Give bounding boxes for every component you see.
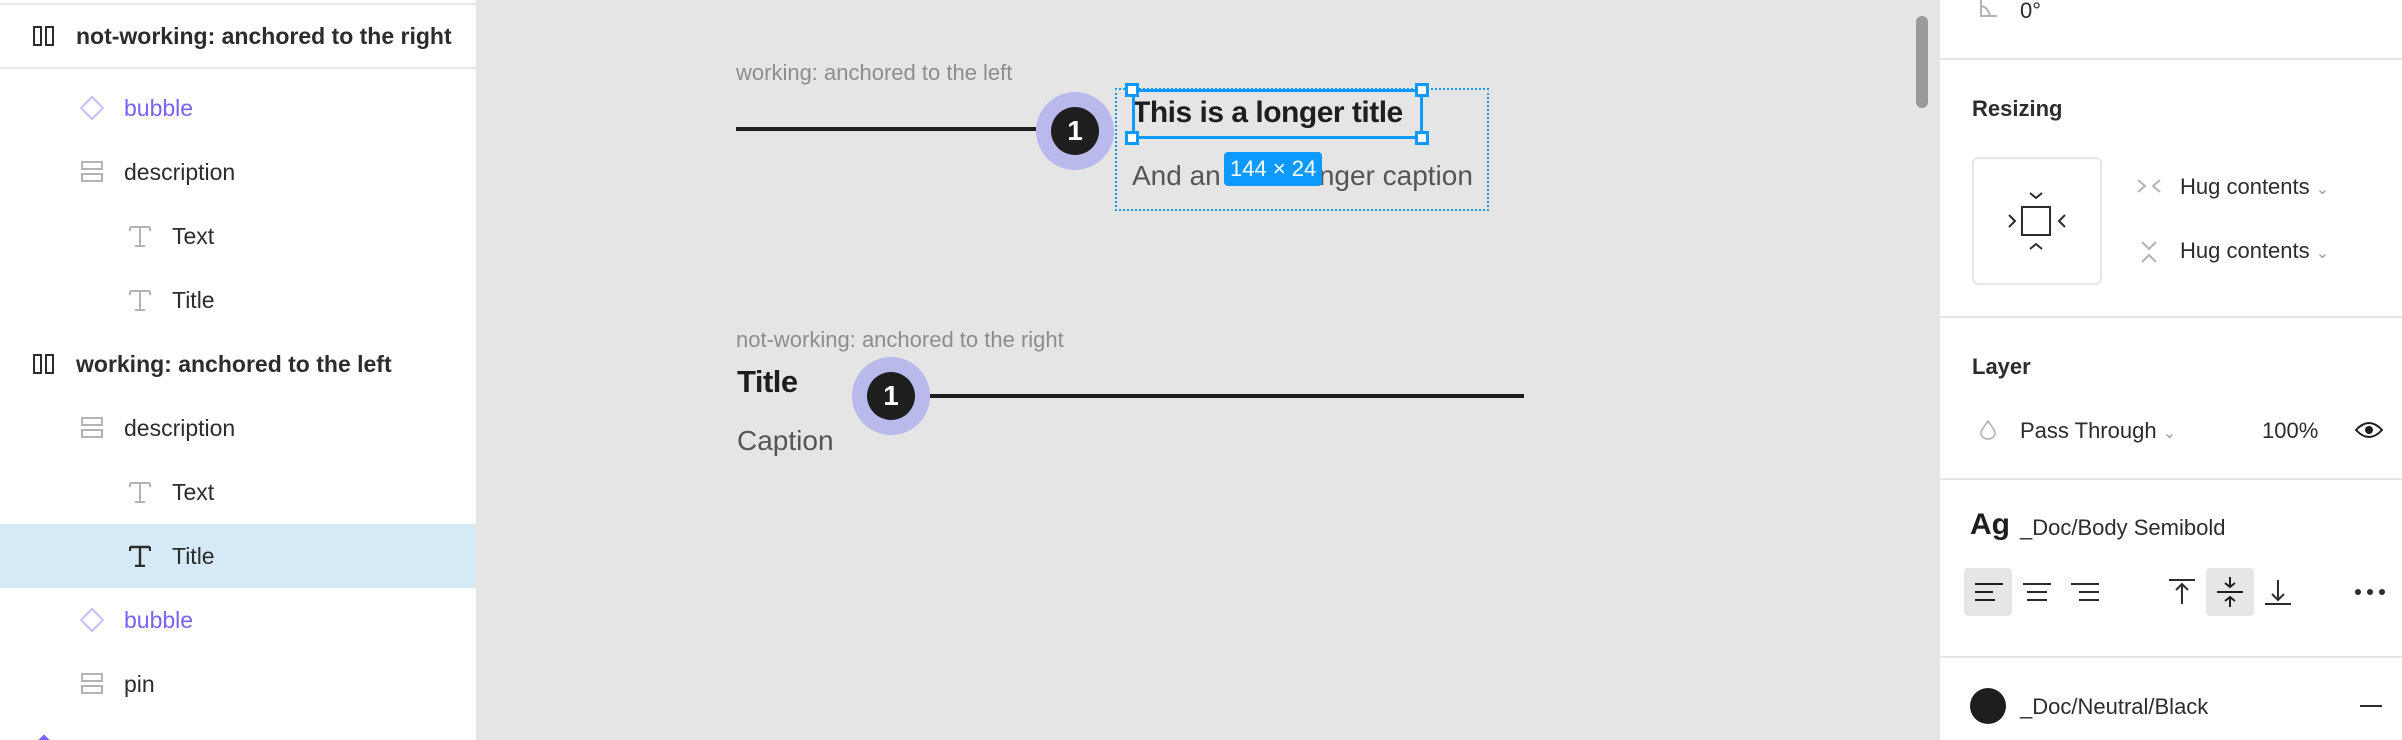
layer-label: bubble xyxy=(124,94,194,121)
divider xyxy=(1940,478,2402,480)
layer-label: Text xyxy=(172,222,215,249)
layer-title: Layer xyxy=(1972,354,2031,379)
component-instance-icon xyxy=(80,608,104,632)
layer-row-pin[interactable]: pin xyxy=(0,652,476,716)
align-left-button[interactable] xyxy=(1964,568,2012,616)
layer-label: pin xyxy=(124,670,155,697)
height-mode-dropdown[interactable]: Hug contents ⌄ xyxy=(2180,238,2329,264)
auto-layout-horizontal-icon xyxy=(32,352,56,376)
layer-label: not-working: anchored to the right xyxy=(76,22,452,49)
hug-vertical-icon xyxy=(2140,240,2158,269)
layers-panel: not-working: anchored to the right bubbl… xyxy=(0,0,476,740)
component-icon-partial xyxy=(38,734,50,740)
properties-panel: 0° Resizing Hug contents ⌄ Hug contents … xyxy=(1940,0,2402,740)
layer-label: working: anchored to the left xyxy=(76,350,392,377)
design-canvas[interactable]: working: anchored to the left 1 This is … xyxy=(476,0,1940,740)
size-badge: 144 × 24 xyxy=(1224,152,1323,186)
layer-row-not-working-frame[interactable]: not-working: anchored to the right xyxy=(0,3,476,69)
blend-mode-value: Pass Through xyxy=(2020,418,2157,443)
blend-mode-dropdown[interactable]: Pass Through ⌄ xyxy=(2020,418,2176,444)
text-icon xyxy=(128,544,152,568)
divider xyxy=(1940,316,2402,318)
chevron-down-icon: ⌄ xyxy=(2315,245,2330,262)
text-icon xyxy=(128,288,152,312)
layer-row-text[interactable]: Text xyxy=(0,204,476,268)
chevron-down-icon: ⌄ xyxy=(2162,425,2177,442)
layer-row-bubble[interactable]: bubble xyxy=(0,588,476,652)
hug-horizontal-icon xyxy=(2136,178,2162,199)
layer-row-description[interactable]: description xyxy=(0,396,476,460)
rotation-icon xyxy=(1980,0,1998,23)
layer-row-title[interactable]: Title xyxy=(0,268,476,332)
bubble[interactable]: 1 xyxy=(852,357,930,435)
layer-label: description xyxy=(124,414,236,441)
align-top-button[interactable] xyxy=(2158,568,2206,616)
eye-icon[interactable] xyxy=(2354,420,2384,445)
title-text[interactable]: Title xyxy=(737,364,798,400)
layer-label: Title xyxy=(172,542,215,569)
align-bottom-button[interactable] xyxy=(2254,568,2302,616)
fill-color-swatch[interactable] xyxy=(1970,688,2006,724)
align-right-button[interactable] xyxy=(2060,568,2108,616)
blend-mode-icon xyxy=(1980,419,1996,445)
auto-layout-vertical-icon xyxy=(80,672,104,696)
canvas-scrollbar[interactable] xyxy=(1916,16,1928,108)
layer-label: bubble xyxy=(124,606,194,633)
height-mode-value: Hug contents xyxy=(2180,238,2310,263)
layer-label: Text xyxy=(172,478,215,505)
layer-label: Title xyxy=(172,286,215,313)
text-style-name[interactable]: _Doc/Body Semibold xyxy=(2020,515,2225,541)
frame-label-not-working[interactable]: not-working: anchored to the right xyxy=(736,327,1064,353)
layer-row-bubble[interactable]: bubble xyxy=(0,76,476,140)
figma-app: not-working: anchored to the right bubbl… xyxy=(0,0,2402,740)
bubble-number: 1 xyxy=(867,372,915,420)
divider xyxy=(1940,58,2402,60)
auto-layout-horizontal-icon xyxy=(32,24,56,48)
fill-style-name[interactable]: _Doc/Neutral/Black xyxy=(2020,694,2208,720)
selection-box[interactable] xyxy=(1132,89,1423,139)
auto-layout-vertical-icon xyxy=(80,160,104,184)
width-mode-dropdown[interactable]: Hug contents ⌄ xyxy=(2180,174,2329,200)
resize-handle-bottom-left[interactable] xyxy=(1125,131,1139,145)
opacity-input[interactable]: 100% xyxy=(2262,418,2318,444)
component-instance-icon xyxy=(80,96,104,120)
align-center-button[interactable] xyxy=(2012,568,2060,616)
resize-handle-top-left[interactable] xyxy=(1125,83,1139,97)
more-options-button[interactable] xyxy=(2346,568,2394,616)
chevron-down-icon: ⌄ xyxy=(2315,181,2330,198)
text-icon xyxy=(128,224,152,248)
layer-row-description[interactable]: description xyxy=(0,140,476,204)
layer-label: description xyxy=(124,158,236,185)
frame-label-working[interactable]: working: anchored to the left xyxy=(736,60,1012,86)
auto-layout-vertical-icon xyxy=(80,416,104,440)
resize-handle-top-right[interactable] xyxy=(1415,83,1429,97)
divider xyxy=(1940,656,2402,658)
text-icon xyxy=(128,480,152,504)
text-style-preview: Ag xyxy=(1970,508,2010,541)
bubble[interactable]: 1 xyxy=(1036,92,1114,170)
layer-row-text[interactable]: Text xyxy=(0,460,476,524)
pin-line xyxy=(736,127,1036,131)
width-mode-value: Hug contents xyxy=(2180,174,2310,199)
layer-row-title-selected[interactable]: Title xyxy=(0,524,476,588)
layer-row-working-frame[interactable]: working: anchored to the left xyxy=(0,332,476,396)
pin-line xyxy=(930,394,1524,398)
resizing-title: Resizing xyxy=(1972,96,2063,121)
bubble-number: 1 xyxy=(1051,107,1099,155)
rotation-value[interactable]: 0° xyxy=(2020,0,2041,24)
resize-handle-bottom-right[interactable] xyxy=(1415,131,1429,145)
align-middle-button[interactable] xyxy=(2206,568,2254,616)
caption-text[interactable]: Caption xyxy=(737,425,834,457)
remove-fill-icon[interactable] xyxy=(2360,705,2382,707)
resizing-preview[interactable] xyxy=(1972,157,2102,285)
